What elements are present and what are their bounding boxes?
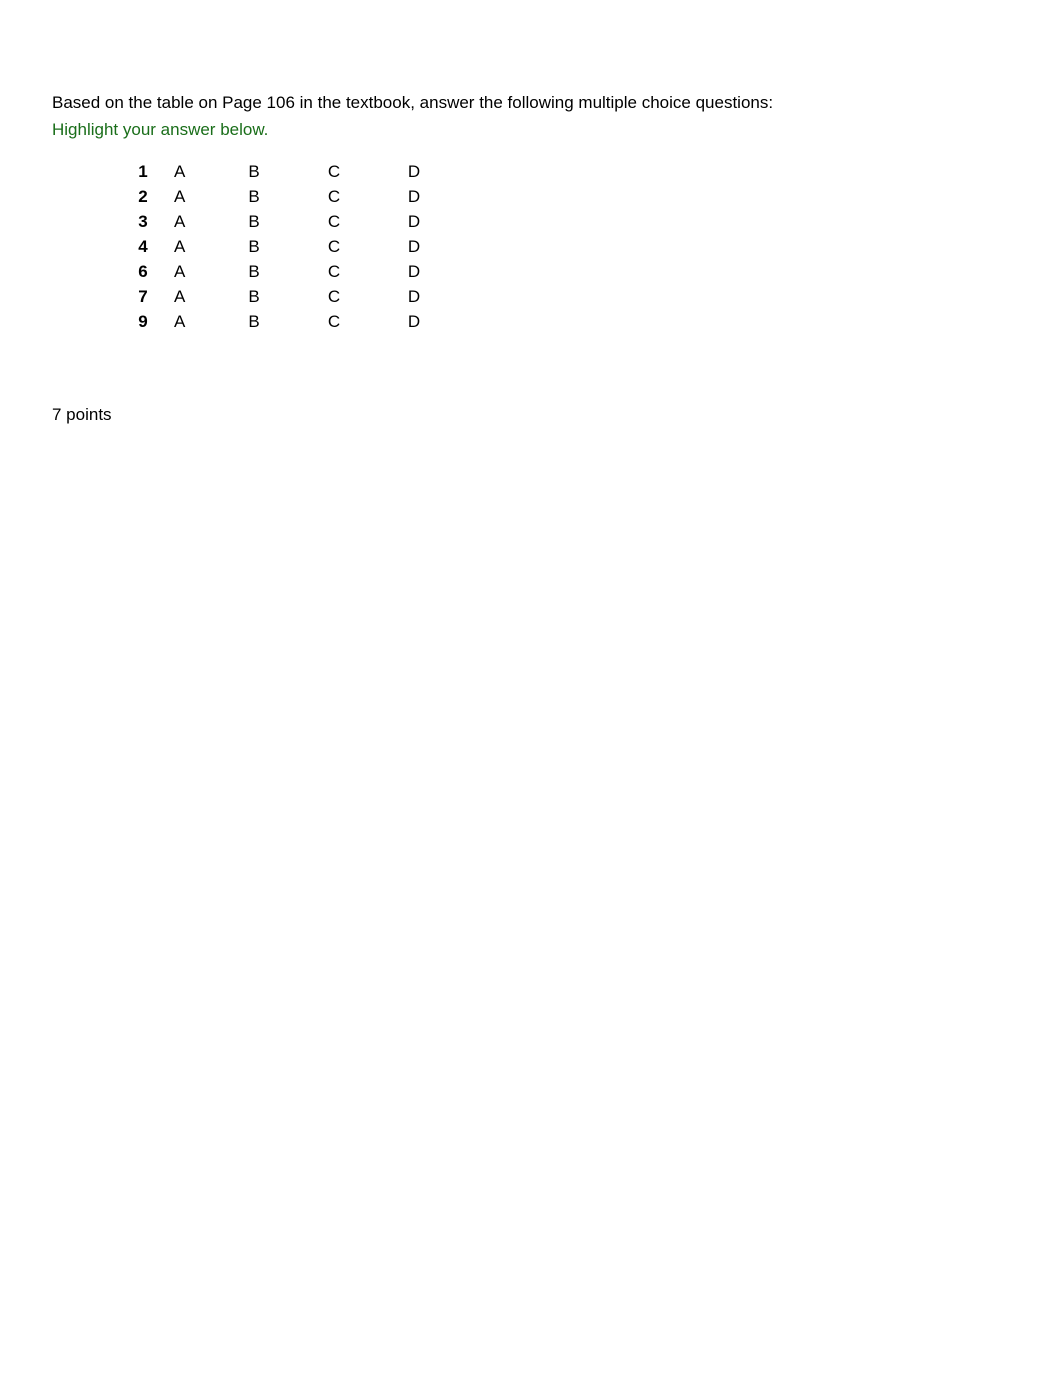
- option-a[interactable]: A: [164, 185, 214, 210]
- instruction-text: Based on the table on Page 106 in the te…: [52, 90, 1010, 116]
- option-c[interactable]: C: [294, 235, 374, 260]
- option-b[interactable]: B: [214, 160, 294, 185]
- table-row: 6 A B C D: [122, 260, 454, 285]
- table-row: 3 A B C D: [122, 210, 454, 235]
- table-row: 2 A B C D: [122, 185, 454, 210]
- option-c[interactable]: C: [294, 285, 374, 310]
- option-d[interactable]: D: [374, 260, 454, 285]
- option-a[interactable]: A: [164, 310, 214, 335]
- option-b[interactable]: B: [214, 260, 294, 285]
- option-a[interactable]: A: [164, 160, 214, 185]
- option-b[interactable]: B: [214, 235, 294, 260]
- option-c[interactable]: C: [294, 160, 374, 185]
- table-row: 4 A B C D: [122, 235, 454, 260]
- option-d[interactable]: D: [374, 310, 454, 335]
- table-row: 9 A B C D: [122, 310, 454, 335]
- points-text: 7 points: [52, 405, 1010, 425]
- option-d[interactable]: D: [374, 185, 454, 210]
- option-d[interactable]: D: [374, 160, 454, 185]
- highlight-instruction: Highlight your answer below.: [52, 120, 1010, 140]
- option-d[interactable]: D: [374, 210, 454, 235]
- option-b[interactable]: B: [214, 210, 294, 235]
- option-a[interactable]: A: [164, 210, 214, 235]
- option-c[interactable]: C: [294, 185, 374, 210]
- question-number: 3: [122, 210, 164, 235]
- option-a[interactable]: A: [164, 260, 214, 285]
- answer-table: 1 A B C D 2 A B C D 3 A B C D 4 A B C D: [122, 160, 454, 335]
- option-c[interactable]: C: [294, 260, 374, 285]
- option-c[interactable]: C: [294, 210, 374, 235]
- option-a[interactable]: A: [164, 285, 214, 310]
- question-number: 6: [122, 260, 164, 285]
- table-row: 1 A B C D: [122, 160, 454, 185]
- option-b[interactable]: B: [214, 310, 294, 335]
- question-number: 7: [122, 285, 164, 310]
- option-d[interactable]: D: [374, 285, 454, 310]
- question-number: 2: [122, 185, 164, 210]
- option-d[interactable]: D: [374, 235, 454, 260]
- question-number: 1: [122, 160, 164, 185]
- option-a[interactable]: A: [164, 235, 214, 260]
- option-b[interactable]: B: [214, 185, 294, 210]
- question-number: 9: [122, 310, 164, 335]
- table-row: 7 A B C D: [122, 285, 454, 310]
- question-number: 4: [122, 235, 164, 260]
- option-c[interactable]: C: [294, 310, 374, 335]
- option-b[interactable]: B: [214, 285, 294, 310]
